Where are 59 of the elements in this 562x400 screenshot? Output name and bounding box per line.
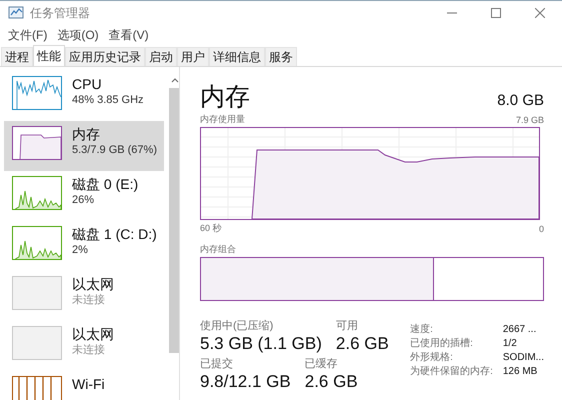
detail-label: 速度: [410, 323, 434, 337]
detail-value: 1/2 [502, 337, 518, 351]
stat-value: 2.6 GB [304, 371, 358, 392]
tab[interactable]: 用户 [177, 47, 209, 66]
menu-item[interactable]: 查看(V) [104, 26, 153, 44]
time-start-label: 60 秒 [200, 222, 222, 235]
detail-value: 126 MB [502, 365, 538, 379]
stat-label: 已提交 [200, 357, 234, 371]
window-title: 任务管理器 [30, 4, 91, 22]
stat-label: 使用中(已压缩) [200, 319, 274, 333]
tab[interactable]: 启动 [145, 47, 177, 66]
item-title: 以太网 [72, 276, 114, 293]
sidebar-item[interactable]: CPU 48% 3.85 GHz [4, 71, 164, 121]
detail-label: 外形规格: [410, 351, 454, 365]
tab[interactable]: 详细信息 [209, 47, 265, 66]
composition-label: 内存组合 [200, 243, 237, 256]
item-title: CPU [72, 76, 103, 93]
graph-label: 内存使用量 [200, 113, 245, 126]
app-icon [8, 5, 24, 21]
scroll-up-icon[interactable] [171, 77, 179, 84]
item-subtitle: 未连接 [72, 293, 106, 308]
sidebar-item[interactable]: 以太网 未连接 [4, 271, 164, 321]
detail-value: 2667 ... [502, 323, 538, 337]
tab[interactable]: 进程 [1, 47, 33, 66]
stat-value: 2.6 GB [336, 333, 389, 354]
stat-label: 可用 [336, 319, 359, 333]
tab[interactable]: 应用历史记录 [65, 47, 145, 66]
sidebar-item[interactable]: 以太网 未连接 [4, 321, 164, 371]
sidebar-item[interactable]: Wi-Fi [4, 371, 164, 400]
detail-label: 为硬件保留的内存: [410, 365, 493, 379]
scrollbar-thumb[interactable] [169, 88, 179, 353]
tab[interactable]: 服务 [265, 47, 297, 66]
detail-value: SODIM... [502, 351, 544, 365]
sidebar-item[interactable]: 磁盘 1 (C: D:) 2% [4, 221, 164, 271]
item-subtitle: 未连接 [72, 343, 106, 358]
item-subtitle: 26% [72, 193, 96, 208]
menu-item[interactable]: 选项(O) [53, 26, 103, 44]
detail-label: 已使用的插槽: [410, 337, 474, 351]
item-title: Wi-Fi [72, 376, 105, 393]
close-icon[interactable] [535, 8, 545, 18]
item-title: 磁盘 1 (C: D:) [72, 226, 157, 243]
item-title: 磁盘 0 (E:) [72, 176, 138, 193]
menu-item[interactable]: 文件(F) [4, 26, 52, 44]
graph-max-label: 7.9 GB [516, 114, 544, 124]
item-title: 以太网 [72, 326, 114, 343]
time-end-label: 0 [538, 224, 544, 234]
sidebar-item[interactable]: 内存 5.3/7.9 GB (67%) [4, 121, 164, 171]
stat-value: 5.3 GB (1.1 GB) [200, 333, 322, 354]
item-subtitle: 48% 3.85 GHz [72, 93, 144, 108]
stat-label: 已缓存 [304, 357, 339, 371]
item-subtitle: 5.3/7.9 GB (67%) [72, 143, 157, 158]
item-title: 内存 [72, 126, 101, 143]
sidebar-item[interactable]: 磁盘 0 (E:) 26% [4, 171, 164, 221]
panel-title: 内存 [200, 82, 250, 113]
maximize-icon[interactable] [491, 8, 501, 18]
item-subtitle: 2% [72, 243, 89, 258]
tab[interactable]: 性能 [33, 45, 65, 66]
total-memory: 8.0 GB [497, 92, 544, 111]
stat-value: 9.8/12.1 GB [200, 371, 291, 392]
